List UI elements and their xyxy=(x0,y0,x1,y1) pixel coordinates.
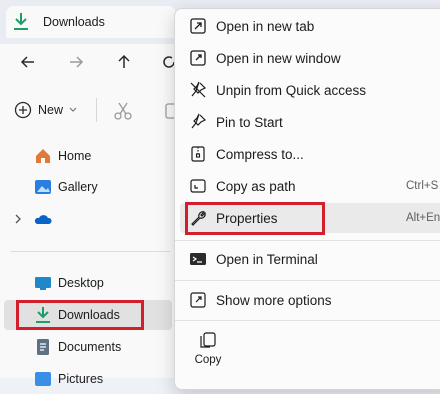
sidebar-item-documents[interactable]: Documents xyxy=(4,332,172,362)
menu-item-label: Open in new window xyxy=(216,50,341,66)
sidebar-item-label: Gallery xyxy=(58,180,98,194)
chevron-down-icon xyxy=(69,107,77,112)
sidebar-item-label: Pictures xyxy=(58,372,104,386)
forward-button[interactable] xyxy=(61,47,91,77)
menu-item-open-terminal[interactable]: Open in Terminal xyxy=(180,244,440,274)
arrow-up-icon xyxy=(118,54,130,68)
scissors-icon xyxy=(114,102,132,120)
new-button[interactable]: New xyxy=(14,96,77,124)
menu-item-show-more-options[interactable]: Show more options xyxy=(180,285,440,315)
highlight-box-properties xyxy=(185,202,325,235)
new-button-label: New xyxy=(38,103,64,117)
cut-button[interactable] xyxy=(112,100,134,122)
sidebar-divider xyxy=(10,251,170,252)
documents-icon xyxy=(34,338,52,356)
up-button[interactable] xyxy=(109,47,139,77)
plus-circle-icon xyxy=(14,101,32,119)
compress-icon xyxy=(188,144,208,164)
pictures-icon xyxy=(34,370,52,388)
sidebar-item-home[interactable]: Home xyxy=(4,141,172,171)
menu-item-label: Compress to... xyxy=(216,146,304,162)
sidebar-item-gallery[interactable]: Gallery xyxy=(4,172,172,202)
copy-button-partial[interactable] xyxy=(160,100,177,122)
menu-item-label: Unpin from Quick access xyxy=(216,82,367,98)
tab-title: Downloads xyxy=(43,15,105,29)
menu-item-shortcut: Ctrl+S xyxy=(406,180,439,192)
menu-separator xyxy=(175,240,440,241)
sidebar-item-label: Documents xyxy=(58,340,122,354)
sidebar-item-label: Home xyxy=(58,149,92,163)
menu-item-open-new-window[interactable]: Open in new window xyxy=(180,43,440,73)
more-options-icon xyxy=(188,290,208,310)
sidebar-item-pictures[interactable]: Pictures xyxy=(4,364,172,394)
new-window-icon xyxy=(188,48,208,68)
menu-item-label: Copy as path xyxy=(216,178,296,194)
home-icon xyxy=(34,147,52,165)
copy-icon xyxy=(200,332,216,348)
arrow-left-icon xyxy=(20,56,34,68)
menu-item-open-new-tab[interactable]: Open in new tab xyxy=(180,11,440,41)
menu-item-label: Open in new tab xyxy=(216,18,315,34)
copy-path-icon xyxy=(188,176,208,196)
menu-item-unpin-quick-access[interactable]: Unpin from Quick access xyxy=(180,75,440,105)
chevron-right-icon[interactable] xyxy=(14,213,22,227)
sidebar-item-desktop[interactable]: Desktop xyxy=(4,268,172,298)
menu-item-shortcut: Alt+En xyxy=(406,212,440,224)
copy-button[interactable]: Copy xyxy=(186,330,230,374)
copy-label: Copy xyxy=(194,354,222,366)
copy-icon xyxy=(165,103,177,119)
new-tab-icon xyxy=(188,16,208,36)
highlight-box-downloads xyxy=(16,300,144,330)
menu-item-label: Pin to Start xyxy=(216,114,283,130)
back-button[interactable] xyxy=(13,47,43,77)
menu-item-compress[interactable]: Compress to... xyxy=(180,139,440,169)
menu-separator xyxy=(175,320,440,321)
arrow-right-icon xyxy=(70,56,84,68)
terminal-icon xyxy=(188,249,208,269)
pin-icon xyxy=(188,112,208,132)
command-divider xyxy=(96,98,97,122)
onedrive-icon xyxy=(34,210,52,228)
menu-separator xyxy=(175,280,440,281)
gallery-icon xyxy=(34,178,52,196)
menu-item-label: Open in Terminal xyxy=(216,251,318,267)
sidebar-item-label: Desktop xyxy=(58,276,104,290)
sidebar-item-onedrive[interactable] xyxy=(4,204,172,234)
desktop-icon xyxy=(34,274,52,292)
menu-item-label: Show more options xyxy=(216,292,332,308)
unpin-icon xyxy=(188,80,208,100)
menu-item-copy-as-path[interactable]: Copy as path Ctrl+S xyxy=(180,171,440,201)
menu-item-pin-to-start[interactable]: Pin to Start xyxy=(180,107,440,137)
download-icon xyxy=(12,12,30,32)
